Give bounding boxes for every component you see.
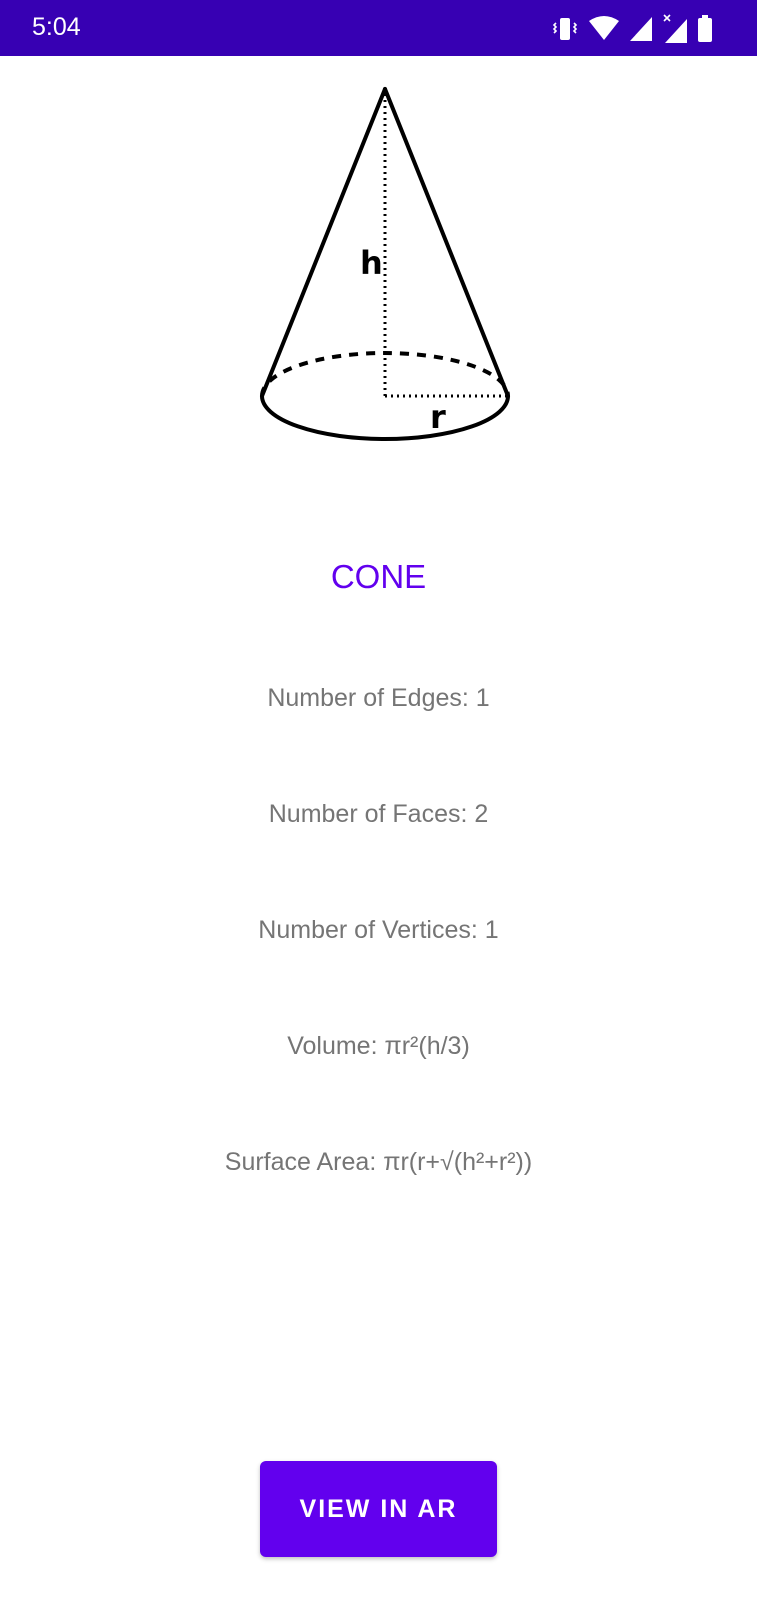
volume-formula: Volume: πr²(h/3) <box>287 1032 470 1060</box>
battery-icon <box>697 15 713 43</box>
shape-title: CONE <box>330 558 427 595</box>
signal-no-data-icon <box>662 14 688 44</box>
wifi-icon <box>588 16 620 42</box>
signal-icon <box>629 16 653 42</box>
surface-area-formula: Surface Area: πr(r+√(h²+r²)) <box>224 1148 533 1176</box>
view-in-ar-button[interactable]: VIEW IN AR <box>260 1461 497 1557</box>
status-time: 5:04 <box>32 13 81 41</box>
status-icons <box>551 14 713 44</box>
vertices-text: Number of Vertices: 1 <box>258 916 499 944</box>
radius-label: r <box>430 398 446 436</box>
height-label: h <box>360 244 383 282</box>
cone-diagram: h r <box>240 76 530 456</box>
vibrate-icon <box>551 16 579 42</box>
edges-text: Number of Edges: 1 <box>267 684 490 712</box>
faces-text: Number of Faces: 2 <box>268 800 489 828</box>
status-bar: 5:04 <box>0 0 757 56</box>
